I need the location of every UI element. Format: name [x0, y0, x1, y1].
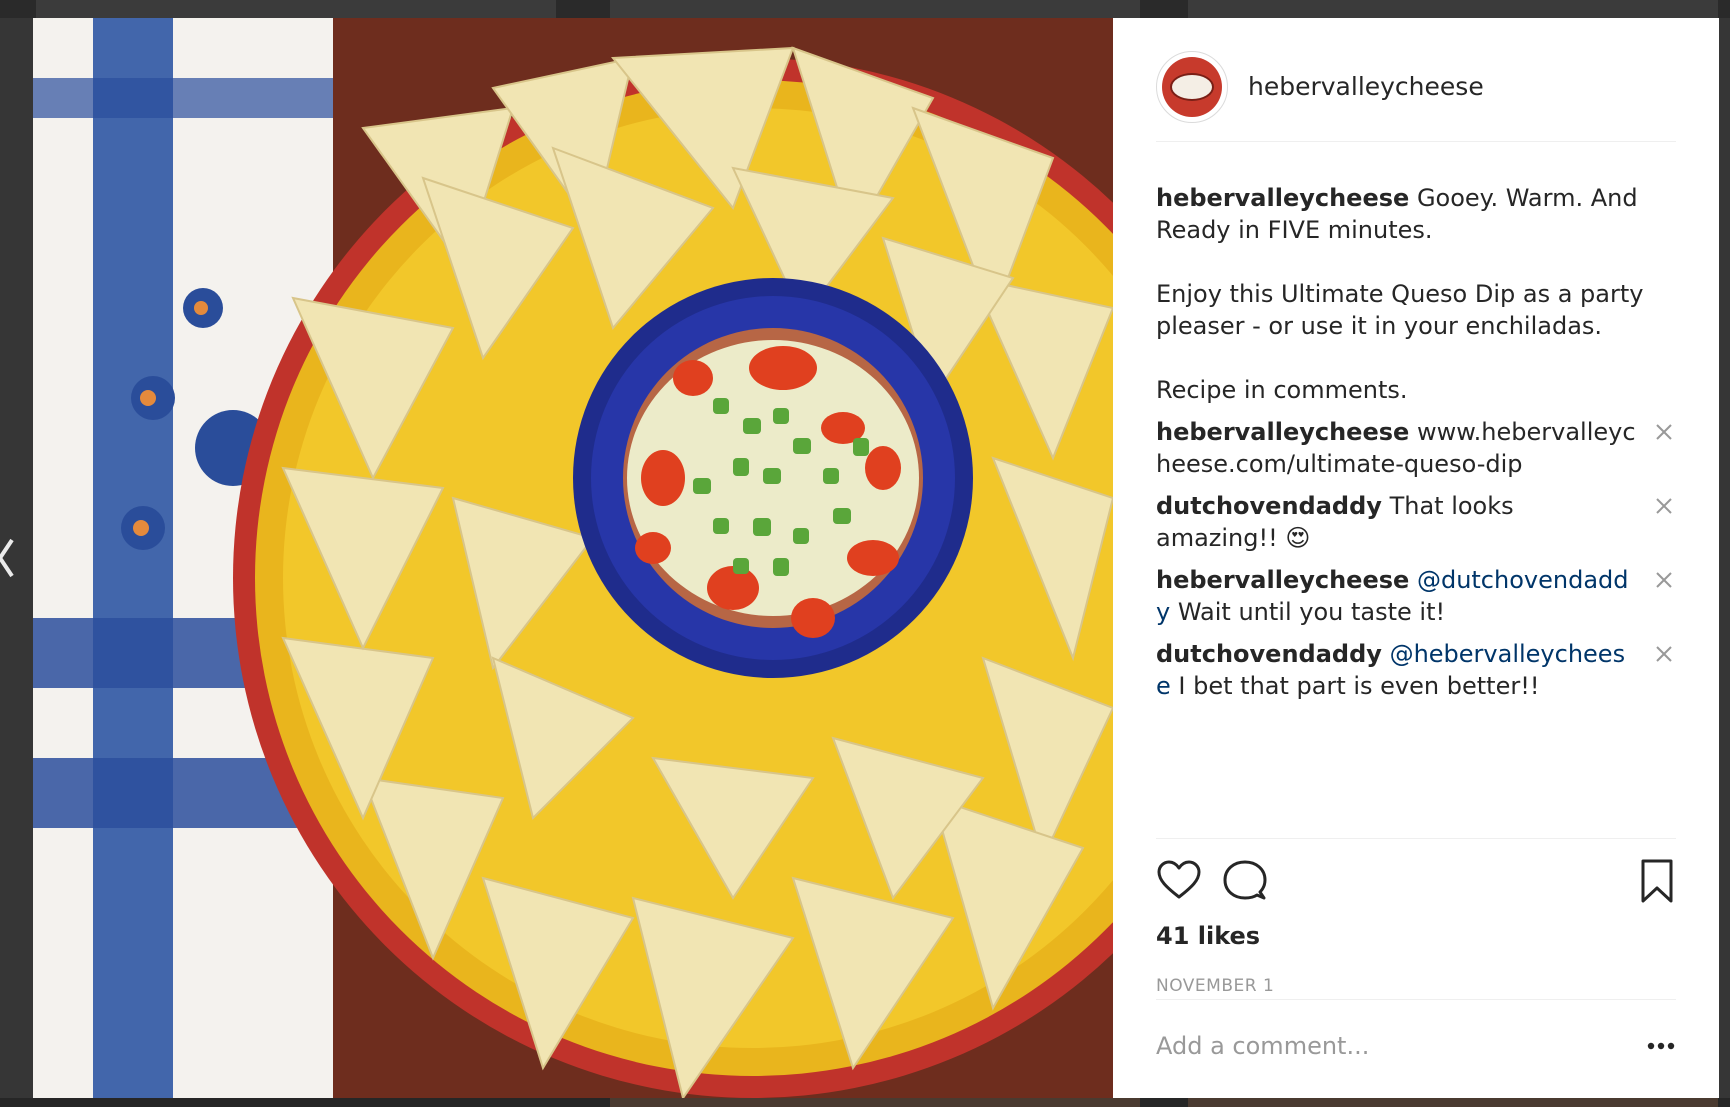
avatar-logo: [1162, 56, 1222, 117]
post-details-panel: hebervalleycheese hebervalleycheese Gooe…: [1113, 18, 1719, 1098]
comment-icon[interactable]: [1222, 858, 1268, 904]
add-comment-input[interactable]: [1156, 1026, 1596, 1066]
header-username[interactable]: hebervalleycheese: [1248, 72, 1484, 101]
caption-username[interactable]: hebervalleycheese: [1156, 184, 1409, 212]
caption-line: Recipe in comments.: [1156, 376, 1408, 404]
more-options-icon[interactable]: [1647, 1042, 1675, 1050]
close-icon[interactable]: [1652, 568, 1676, 592]
background-thumbnail: [1188, 1098, 1718, 1107]
post-caption: hebervalleycheese Gooey. Warm. And Ready…: [1156, 182, 1676, 406]
comment-text: I bet that part is even better!!: [1178, 672, 1540, 700]
close-icon[interactable]: [1652, 420, 1676, 444]
heart-icon[interactable]: [1156, 858, 1202, 904]
likes-count[interactable]: 41 likes: [1156, 922, 1260, 950]
avatar-logo-oval: [1170, 72, 1214, 101]
post-photo: [33, 18, 1113, 1098]
caption-line: Enjoy this Ultimate Queso Dip as a party…: [1156, 280, 1644, 340]
post-actions: [1156, 858, 1676, 908]
comment-username[interactable]: dutchovendaddy: [1156, 492, 1382, 520]
comment-username[interactable]: dutchovendaddy: [1156, 640, 1382, 668]
close-icon[interactable]: [1652, 642, 1676, 666]
divider: [1156, 838, 1676, 839]
queso-dip-photo: [33, 18, 1113, 1098]
comment-item: hebervalleycheese @dutchovendaddy Wait u…: [1156, 564, 1676, 628]
comment-username[interactable]: hebervalleycheese: [1156, 566, 1409, 594]
comment-item: dutchovendaddy @hebervalleycheese I bet …: [1156, 638, 1676, 702]
comment-text: Wait until you taste it!: [1177, 598, 1446, 626]
background-thumbnail: [1188, 0, 1718, 18]
post-date[interactable]: NOVEMBER 1: [1156, 976, 1274, 996]
comment-username[interactable]: hebervalleycheese: [1156, 418, 1409, 446]
close-icon[interactable]: [1652, 494, 1676, 518]
bookmark-icon[interactable]: [1634, 858, 1680, 904]
chevron-left-icon[interactable]: [0, 536, 18, 580]
divider: [1156, 999, 1676, 1000]
comment-item: hebervalleycheese www.hebervalleycheese.…: [1156, 416, 1676, 480]
comment-item: dutchovendaddy That looks amazing!! 😍: [1156, 490, 1676, 554]
post-modal: hebervalleycheese hebervalleycheese Gooe…: [33, 18, 1719, 1098]
background-thumbnail: [610, 1098, 1140, 1107]
comments-list: hebervalleycheese Gooey. Warm. And Ready…: [1156, 182, 1676, 712]
avatar[interactable]: [1156, 50, 1228, 123]
background-thumbnail: [610, 0, 1140, 18]
background-thumbnail: [36, 0, 556, 18]
post-header: hebervalleycheese: [1156, 50, 1676, 142]
